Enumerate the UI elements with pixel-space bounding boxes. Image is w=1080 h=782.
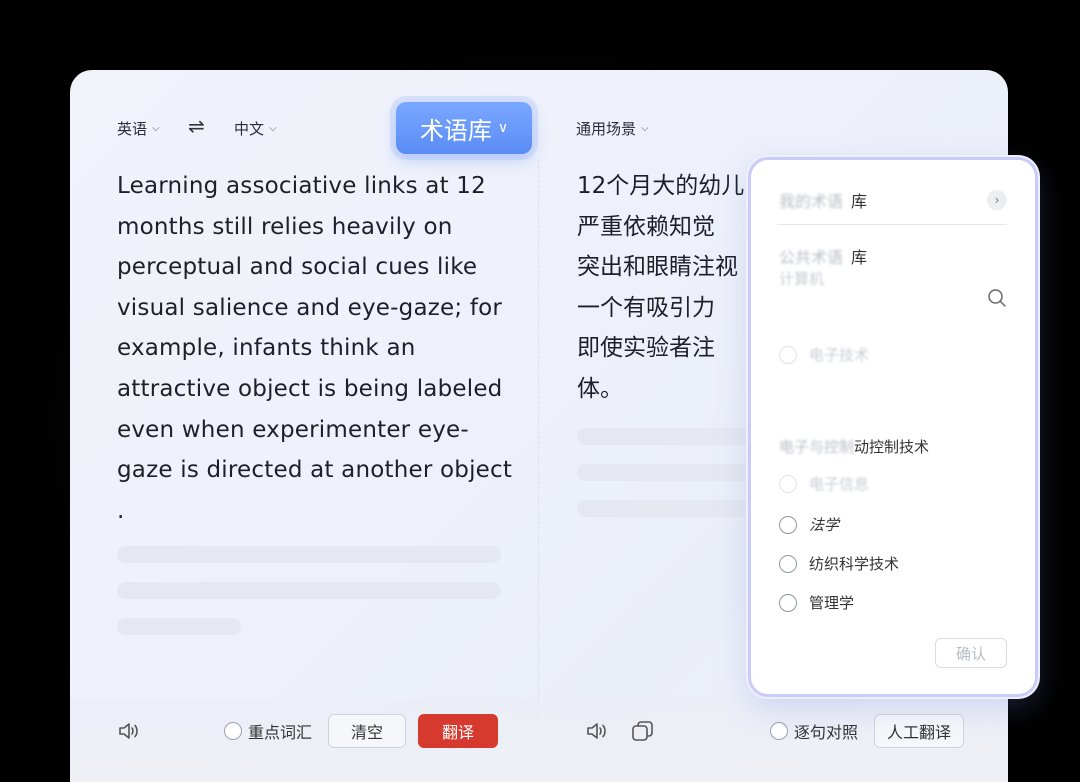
radio-button[interactable] (779, 515, 797, 534)
term-library-label: 术语库 (419, 116, 492, 145)
option-electronic-info[interactable]: 电子信息 (779, 473, 869, 494)
faint-option[interactable]: 电子技术 (779, 344, 869, 365)
category-row[interactable]: 电子与控制 动控制技术 (779, 436, 929, 457)
option-label: 法学 (809, 516, 840, 534)
clear-button[interactable]: 清空 (328, 714, 406, 748)
key-vocab-label: 重点词汇 (248, 723, 313, 742)
radio-button[interactable] (779, 474, 797, 493)
divider (777, 224, 1007, 225)
faint-option[interactable]: 计算机 (779, 268, 824, 289)
confirm-button[interactable]: 确认 (935, 638, 1007, 668)
checkbox-circle[interactable] (770, 722, 788, 740)
source-language-selector[interactable]: 英语 ⌵ (117, 118, 160, 139)
translate-button[interactable]: 翻译 (418, 714, 498, 748)
option-label: 管理学 (809, 594, 855, 612)
speaker-icon[interactable] (585, 720, 609, 742)
public-term-library-row[interactable]: 公共术语 库 (779, 244, 867, 268)
skeleton-line (577, 428, 757, 445)
radio-button[interactable] (779, 593, 797, 612)
skeleton-line (117, 618, 241, 635)
translation-output: 12个月大的幼儿 严重依赖知觉 突出和眼睛注视 一个有吸引力 即使实验者注 体。 (577, 173, 745, 402)
scene-selector-label: 通用场景 (576, 120, 637, 138)
library-suffix: 库 (851, 192, 868, 211)
skeleton-line (117, 546, 501, 563)
sentence-compare-label: 逐句对照 (794, 723, 859, 742)
human-translate-button[interactable]: 人工翻译 (874, 714, 964, 748)
faint-option-label: 电子技术 (809, 346, 870, 364)
radio-button[interactable] (779, 554, 797, 573)
public-term-library-label: 公共术语 (779, 248, 844, 267)
chevron-down-icon: ⌵ (641, 123, 649, 134)
copy-icon[interactable] (631, 720, 655, 742)
category-label: 动控制技术 (854, 438, 930, 456)
skeleton-line (577, 464, 757, 481)
scene-selector[interactable]: 通用场景 ⌵ (576, 118, 649, 139)
chevron-down-icon: ⌵ (269, 123, 277, 134)
option-management[interactable]: 管理学 (779, 592, 854, 613)
faint-option-label: 计算机 (779, 270, 825, 288)
my-term-library-row[interactable]: 我的术语 库 (779, 188, 867, 212)
option-law[interactable]: 法学 (779, 514, 839, 535)
target-language-label: 中文 (234, 120, 265, 138)
chevron-down-icon: ∨ (497, 120, 509, 136)
key-vocab-toggle[interactable]: 重点词汇 (224, 719, 312, 743)
chevron-right-icon[interactable]: › (987, 190, 1007, 210)
checkbox-circle[interactable] (224, 722, 242, 740)
pane-divider (538, 160, 539, 720)
option-textile[interactable]: 纺织科学技术 (779, 553, 899, 574)
skeleton-line (117, 582, 501, 599)
skeleton-line (577, 500, 757, 517)
my-term-library-label: 我的术语 (779, 192, 844, 211)
term-library-panel: 我的术语 库 › 公共术语 库 计算机 电子技术 电子与控制 动控制技术 电子信… (748, 157, 1038, 697)
option-label: 纺织科学技术 (809, 555, 900, 573)
search-icon[interactable] (987, 288, 1007, 308)
sentence-compare-toggle[interactable]: 逐句对照 (770, 719, 858, 743)
option-label: 电子信息 (809, 475, 870, 493)
target-language-selector[interactable]: 中文 ⌵ (234, 118, 277, 139)
speaker-icon[interactable] (117, 720, 141, 742)
source-language-label: 英语 (117, 120, 148, 138)
category-label-blurred: 电子与控制 (779, 438, 855, 456)
swap-languages-icon[interactable]: ⇌ (188, 114, 205, 138)
term-library-button[interactable]: 术语库 ∨ (396, 102, 532, 154)
bottom-toolbar (70, 700, 1008, 782)
library-suffix: 库 (851, 248, 868, 267)
radio-button[interactable] (779, 345, 797, 364)
source-text-area[interactable]: Learning associative links at 12 months … (117, 166, 517, 531)
chevron-down-icon: ⌵ (152, 123, 160, 134)
